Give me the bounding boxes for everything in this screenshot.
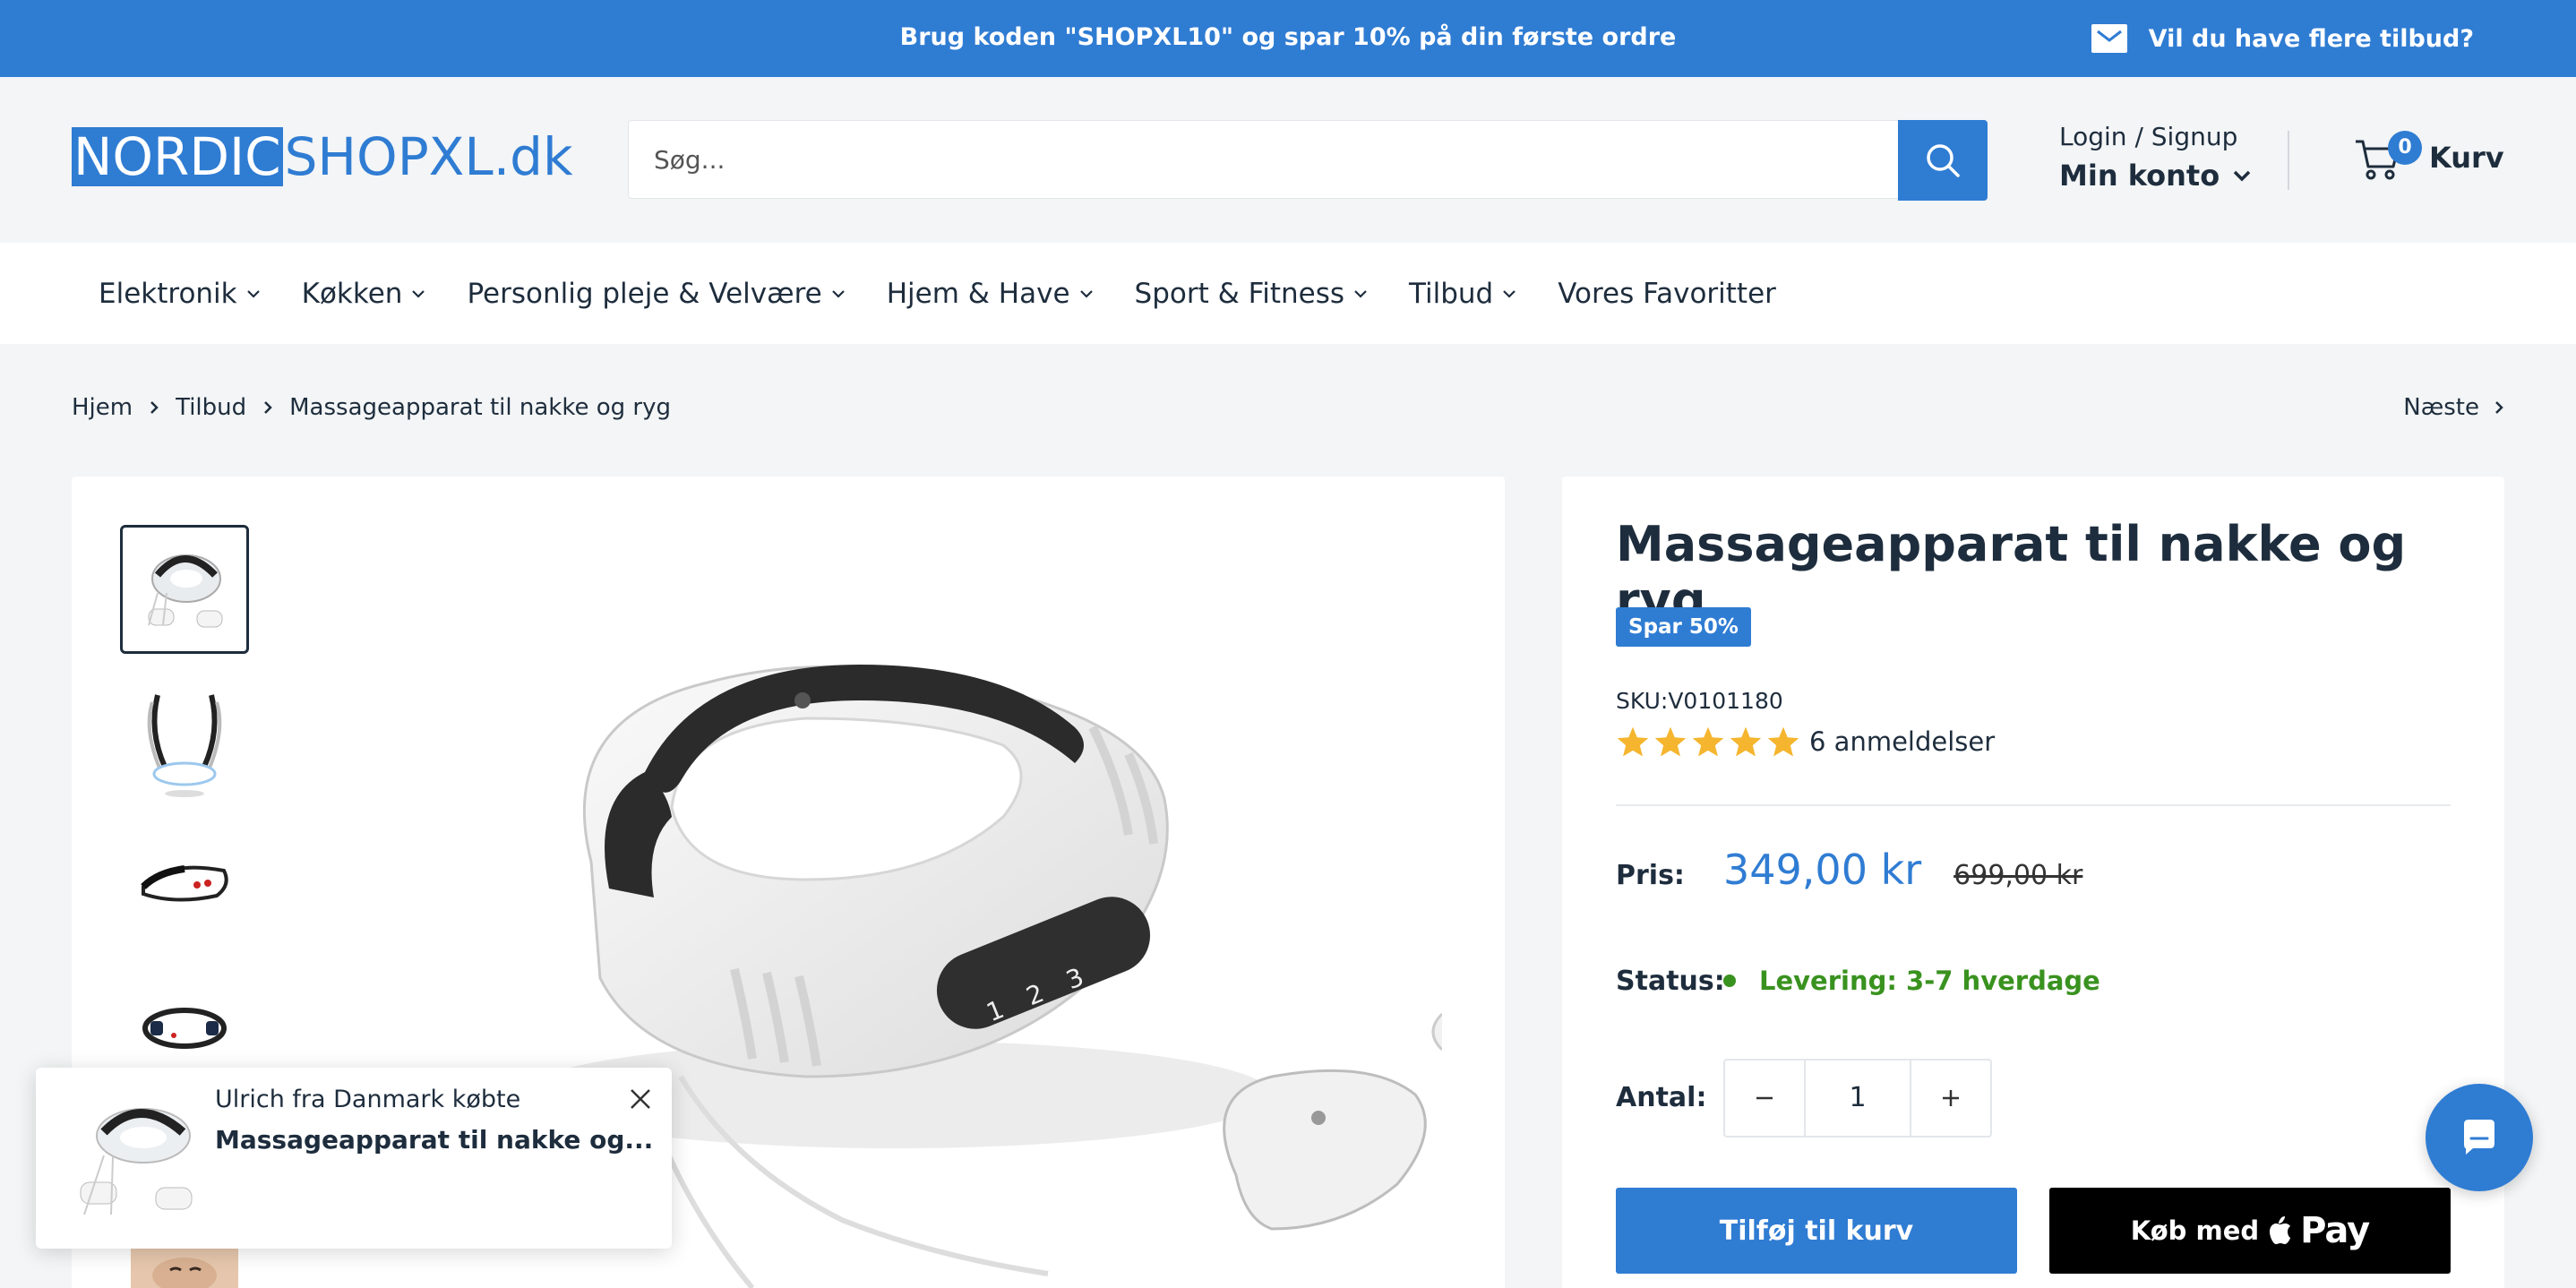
popup-buyer-text: Ulrich fra Danmark købte bbox=[215, 1086, 521, 1113]
close-icon[interactable] bbox=[627, 1086, 654, 1112]
massager-thumbnail-image bbox=[142, 1008, 227, 1049]
chevron-right-icon bbox=[150, 401, 159, 414]
breadcrumb-tilbud[interactable]: Tilbud bbox=[176, 394, 246, 421]
chevron-down-icon bbox=[1354, 289, 1367, 298]
nav-item-label: Tilbud bbox=[1409, 277, 1494, 310]
price-label: Pris: bbox=[1616, 860, 1685, 891]
quantity-label: Antal: bbox=[1616, 1082, 1707, 1113]
chat-button[interactable] bbox=[2426, 1084, 2533, 1191]
chevron-down-icon bbox=[246, 289, 260, 298]
login-link[interactable]: Login / Signup bbox=[2059, 120, 2252, 154]
quantity-stepper: 1 bbox=[1723, 1059, 1992, 1138]
next-label: Næste bbox=[2403, 394, 2479, 421]
recent-purchase-popup[interactable]: Ulrich fra Danmark købte Massageapparat … bbox=[36, 1068, 672, 1249]
plus-icon bbox=[1943, 1090, 1959, 1106]
thumbnail-5[interactable] bbox=[120, 1249, 249, 1288]
account-menu[interactable]: Login / Signup Min konto bbox=[2059, 120, 2252, 197]
nav-item-label: Sport & Fitness bbox=[1134, 277, 1344, 310]
pay-label: Pay bbox=[2300, 1210, 2370, 1251]
chevron-down-icon bbox=[831, 289, 845, 298]
nav-item-label: Vores Favoritter bbox=[1558, 277, 1776, 310]
search-icon bbox=[1927, 144, 1960, 177]
main-nav: Elektronik Køkken Personlig pleje & Velvær… bbox=[0, 243, 2576, 344]
minus-icon bbox=[1756, 1096, 1773, 1100]
price-block: 349,00 kr 699,00 kr bbox=[1723, 846, 2082, 894]
status-value: Levering: 3-7 hverdage bbox=[1759, 966, 2100, 996]
nav-item-hjem-have[interactable]: Hjem & Have bbox=[887, 278, 1094, 310]
product-rating[interactable]: 6 anmeldelser bbox=[1616, 726, 1995, 758]
newsletter-link[interactable]: Vil du have flere tilbud? bbox=[2091, 0, 2474, 77]
newsletter-label: Vil du have flere tilbud? bbox=[2148, 24, 2474, 53]
star-icon bbox=[1767, 726, 1799, 757]
thumbnail-2[interactable] bbox=[120, 675, 249, 804]
popup-product-name[interactable]: Massageapparat til nakke og... bbox=[215, 1125, 653, 1155]
divider bbox=[1616, 804, 2451, 806]
site-header: NORDIC SHOPXL.dk Søg... Login / Signup M… bbox=[0, 77, 2576, 243]
mail-icon bbox=[2091, 24, 2127, 53]
chevron-down-icon bbox=[412, 289, 425, 298]
breadcrumb: Hjem Tilbud Massageapparat til nakke og … bbox=[72, 394, 671, 421]
nav-item-label: Køkken bbox=[301, 277, 403, 310]
breadcrumb-current: Massageapparat til nakke og ryg bbox=[289, 394, 671, 421]
model-thumbnail-image bbox=[131, 1249, 238, 1288]
star-icon bbox=[1654, 726, 1687, 757]
search-button[interactable] bbox=[1898, 120, 1988, 201]
original-price: 699,00 kr bbox=[1953, 860, 2083, 891]
chevron-down-icon bbox=[2233, 170, 2251, 182]
massager-thumbnail-image bbox=[141, 865, 228, 902]
logo[interactable]: NORDIC SHOPXL.dk bbox=[72, 127, 573, 186]
stock-status: Levering: 3-7 hverdage bbox=[1723, 966, 2100, 996]
massager-thumbnail-image bbox=[147, 694, 222, 797]
chevron-down-icon bbox=[1503, 289, 1516, 298]
star-icon bbox=[1730, 726, 1762, 757]
product-sku: SKU:V0101180 bbox=[1616, 688, 1783, 714]
quantity-input[interactable]: 1 bbox=[1804, 1060, 1911, 1136]
my-account-label: Min konto bbox=[2059, 159, 2220, 193]
product-info: Massageapparat til nakke og ryg Spar 50%… bbox=[1562, 477, 2504, 1288]
next-product-link[interactable]: Næste bbox=[2403, 394, 2504, 421]
status-dot-icon bbox=[1723, 975, 1736, 987]
add-to-cart-button[interactable]: Tilføj til kurv bbox=[1616, 1188, 2017, 1274]
popup-product-image bbox=[80, 1108, 193, 1215]
logo-part-nordic: NORDIC bbox=[72, 126, 283, 187]
buy-with-label: Køb med bbox=[2130, 1215, 2260, 1246]
chevron-right-icon bbox=[2495, 401, 2503, 414]
nav-item-vores-favoritter[interactable]: Vores Favoritter bbox=[1558, 278, 1776, 310]
header-divider bbox=[2288, 131, 2289, 190]
star-icon bbox=[1617, 726, 1649, 757]
nav-item-label: Personlig pleje & Velvære bbox=[467, 277, 822, 310]
cart-button[interactable]: 0 Kurv bbox=[2352, 124, 2504, 192]
search-bar: Søg... bbox=[628, 120, 1988, 201]
thumbnail-3[interactable] bbox=[120, 817, 249, 946]
nav-item-personlig-pleje-velvære[interactable]: Personlig pleje & Velvære bbox=[467, 278, 845, 310]
chevron-down-icon bbox=[1079, 289, 1093, 298]
nav-item-elektronik[interactable]: Elektronik bbox=[99, 278, 261, 310]
cart-label: Kurv bbox=[2429, 141, 2504, 175]
logo-part-shopxl: SHOPXL.dk bbox=[284, 126, 573, 187]
chat-bubble-icon bbox=[2464, 1120, 2494, 1155]
breadcrumb-home[interactable]: Hjem bbox=[72, 394, 133, 421]
apple-logo-icon bbox=[2270, 1216, 2291, 1244]
thumbnail-1[interactable] bbox=[120, 525, 249, 654]
quantity-decrease-button[interactable] bbox=[1725, 1060, 1804, 1136]
nav-item-label: Elektronik bbox=[99, 277, 237, 310]
review-count: 6 anmeldelser bbox=[1809, 726, 1996, 757]
search-input[interactable]: Søg... bbox=[654, 121, 725, 200]
nav-item-tilbud[interactable]: Tilbud bbox=[1409, 278, 1516, 310]
announcement-bar: Brug koden "SHOPXL10" og spar 10% på din… bbox=[0, 0, 2576, 77]
nav-item-label: Hjem & Have bbox=[886, 277, 1070, 310]
sale-price: 349,00 kr bbox=[1723, 846, 1922, 894]
rating-stars bbox=[1616, 726, 1800, 758]
nav-item-køkken[interactable]: Køkken bbox=[302, 278, 426, 310]
apple-pay-button[interactable]: Køb med Pay bbox=[2049, 1188, 2451, 1274]
star-icon bbox=[1692, 726, 1724, 757]
cart-count-badge: 0 bbox=[2388, 131, 2422, 165]
my-account-toggle[interactable]: Min konto bbox=[2059, 154, 2252, 197]
chevron-right-icon bbox=[264, 401, 272, 414]
nav-item-sport-fitness[interactable]: Sport & Fitness bbox=[1135, 278, 1368, 310]
massager-thumbnail-image bbox=[148, 554, 223, 628]
quantity-increase-button[interactable] bbox=[1911, 1060, 1990, 1136]
status-label: Status: bbox=[1616, 966, 1725, 997]
discount-badge: Spar 50% bbox=[1616, 607, 1751, 647]
